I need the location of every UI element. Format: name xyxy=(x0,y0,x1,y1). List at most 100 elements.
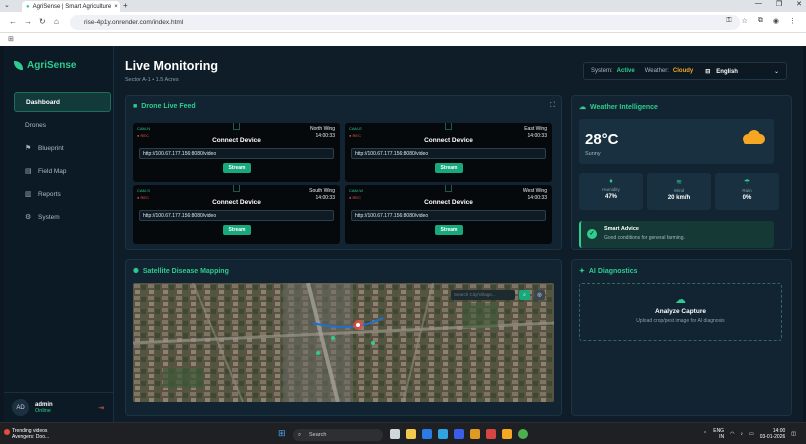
system-label: System: xyxy=(591,68,613,74)
home-icon[interactable]: ⌂ xyxy=(54,17,59,26)
stream-button[interactable]: Stream xyxy=(435,225,463,235)
chrome-icon[interactable] xyxy=(518,429,528,439)
satellite-imagery xyxy=(133,283,554,402)
browser-tab[interactable]: ● AgriSense | Smart Agriculture × xyxy=(22,1,120,12)
camera-feed: CAM-W ● REC West Wing 14:00:33 Connect De… xyxy=(345,185,552,244)
extensions-icon[interactable]: ⧉ xyxy=(758,17,763,25)
system-status: Active xyxy=(616,68,635,74)
back-icon[interactable]: ← xyxy=(9,17,17,26)
connect-device-title: Connect Device xyxy=(424,199,473,206)
language-select[interactable]: ⊟ English xyxy=(705,68,738,75)
stream-button[interactable]: Stream xyxy=(435,163,463,173)
tab-close-icon[interactable]: × xyxy=(114,4,118,10)
camera-id: CAM-W xyxy=(349,188,363,193)
task-view-icon[interactable] xyxy=(390,429,400,439)
satellite-map[interactable]: Search City/Village... ⌕ ◎ xyxy=(133,283,554,402)
sidebar-item-blueprint[interactable]: ⚑ Blueprint xyxy=(14,138,111,158)
browser-toolbar-icons: ⚿ ☆ ⧉ ◉ ⋮ xyxy=(726,17,796,25)
key-icon[interactable]: ⚿ xyxy=(726,17,731,25)
wind-stat: ≋ Wind 20 km/h xyxy=(647,173,711,210)
satellite-icon: ✺ xyxy=(133,268,139,275)
camera-wing: South Wing xyxy=(309,188,335,194)
chevron-up-icon[interactable]: ⌃ xyxy=(703,431,707,437)
file-explorer-icon[interactable] xyxy=(406,429,416,439)
star-icon[interactable]: ☆ xyxy=(742,17,748,25)
droplet-icon: ♦ xyxy=(609,178,613,185)
sidebar-item-drones[interactable]: Drones xyxy=(14,115,111,135)
url-field[interactable]: rise-4p1y.onrender.com/index.html xyxy=(70,15,740,30)
app-icon[interactable] xyxy=(470,429,480,439)
weather-status: Cloudy xyxy=(672,68,694,74)
taskbar-apps xyxy=(390,429,528,439)
maximize-icon[interactable]: ❐ xyxy=(776,0,782,8)
mcafee-icon[interactable] xyxy=(486,429,496,439)
wind-icon: ≋ xyxy=(676,179,682,186)
wifi-icon[interactable]: ◠ xyxy=(730,431,734,437)
locate-icon[interactable]: ◎ xyxy=(534,290,545,300)
language-indicator[interactable]: ENG IN xyxy=(713,428,724,440)
stream-url-input[interactable]: http://100.67.177.156:8080/video xyxy=(351,148,546,159)
smart-advice-card: ✓ Smart Advice Good conditions for gener… xyxy=(579,221,774,248)
chevron-down-icon[interactable]: ⌄ xyxy=(774,68,779,75)
camera-id: CAM-S xyxy=(137,188,150,193)
stream-url-input[interactable]: http://100.67.177.156:8080/video xyxy=(139,210,334,221)
stream-url-input[interactable]: http://100.67.177.156:8080/video xyxy=(139,148,334,159)
news-widget[interactable]: Trending videos Avengers: Doo... xyxy=(4,428,49,440)
weather-panel: ☁ Weather Intelligence 28°C Sunny ♦ Humi… xyxy=(571,95,792,250)
hp-icon[interactable] xyxy=(454,429,464,439)
forward-icon[interactable]: → xyxy=(24,17,32,26)
map-search-input[interactable]: Search City/Village... xyxy=(451,290,515,300)
cloud-icon: ☁ xyxy=(579,104,586,111)
volume-icon[interactable]: ♪ xyxy=(740,431,743,437)
sidebar-item-label: Dashboard xyxy=(26,98,60,106)
tab-menu-icon[interactable]: ⌄ xyxy=(4,1,10,9)
store-icon[interactable] xyxy=(438,429,448,439)
system-tray: ⌃ ENG IN ◠ ♪ ▭ 14:00 03-01-2026 ◫ xyxy=(703,428,796,440)
profile-icon[interactable]: ◉ xyxy=(773,17,779,25)
stat-value: 0% xyxy=(742,195,752,201)
drone-feed-header: ■ Drone Live Feed xyxy=(133,103,196,110)
search-icon: ⌕ xyxy=(298,432,302,438)
map-search-button[interactable]: ⌕ xyxy=(519,290,530,300)
stream-button[interactable]: Stream xyxy=(223,163,251,173)
notification-icon[interactable]: ◫ xyxy=(791,431,796,437)
tab-title: AgriSense | Smart Agriculture xyxy=(32,3,112,10)
window-close-icon[interactable]: ✕ xyxy=(796,0,802,8)
sidebar-item-reports[interactable]: ▥ Reports xyxy=(14,184,111,204)
edge-icon[interactable] xyxy=(422,429,432,439)
sidebar-item-label: Reports xyxy=(38,190,61,198)
analyze-title: Analyze Capture xyxy=(655,308,706,315)
connect-device-title: Connect Device xyxy=(424,137,473,144)
weather-condition: Sunny xyxy=(585,151,601,157)
bookmarks-bar: ⊞ xyxy=(0,33,806,46)
vlc-icon[interactable] xyxy=(502,429,512,439)
avatar[interactable]: AD xyxy=(12,399,29,416)
minimize-icon[interactable]: — xyxy=(755,0,762,8)
analyze-capture-dropzone[interactable]: ☁ Analyze Capture Upload crop/pest image… xyxy=(579,283,782,341)
reload-icon[interactable]: ↻ xyxy=(39,17,46,26)
taskbar-search[interactable]: ⌕ Search xyxy=(293,429,383,441)
camera-id: CAM-E xyxy=(349,126,362,131)
battery-icon[interactable]: ▭ xyxy=(749,431,754,437)
os-taskbar: Trending videos Avengers: Doo... ⊞ ⌕ Sea… xyxy=(0,422,806,444)
advice-title: Smart Advice xyxy=(604,226,639,232)
fullscreen-icon[interactable]: ⛶ xyxy=(550,102,555,110)
clock-date: 03-01-2026 xyxy=(759,434,786,440)
sidebar-item-system[interactable]: ⚙ System xyxy=(14,207,111,227)
windows-start-icon[interactable]: ⊞ xyxy=(278,428,286,439)
sidebar-item-field-map[interactable]: ▤ Field Map xyxy=(14,161,111,181)
more-menu-icon[interactable]: ⋮ xyxy=(789,17,796,25)
lang-bottom: IN xyxy=(719,434,725,440)
stream-button[interactable]: Stream xyxy=(223,225,251,235)
stat-label: Wind xyxy=(673,188,685,193)
language-value: English xyxy=(716,68,738,75)
sidebar-item-label: System xyxy=(38,213,60,221)
new-tab-button[interactable]: + xyxy=(123,1,128,10)
app-logo[interactable]: AgriSense xyxy=(14,60,76,71)
stream-url-input[interactable]: http://100.67.177.156:8080/video xyxy=(351,210,546,221)
apps-grid-icon[interactable]: ⊞ xyxy=(8,35,14,43)
sidebar: AgriSense Dashboard Drones ⚑ Blueprint ▤… xyxy=(4,46,114,422)
logout-icon[interactable]: ⇥ xyxy=(98,404,104,412)
sidebar-item-dashboard[interactable]: Dashboard xyxy=(14,92,111,112)
clock[interactable]: 14:00 03-01-2026 xyxy=(760,428,786,440)
